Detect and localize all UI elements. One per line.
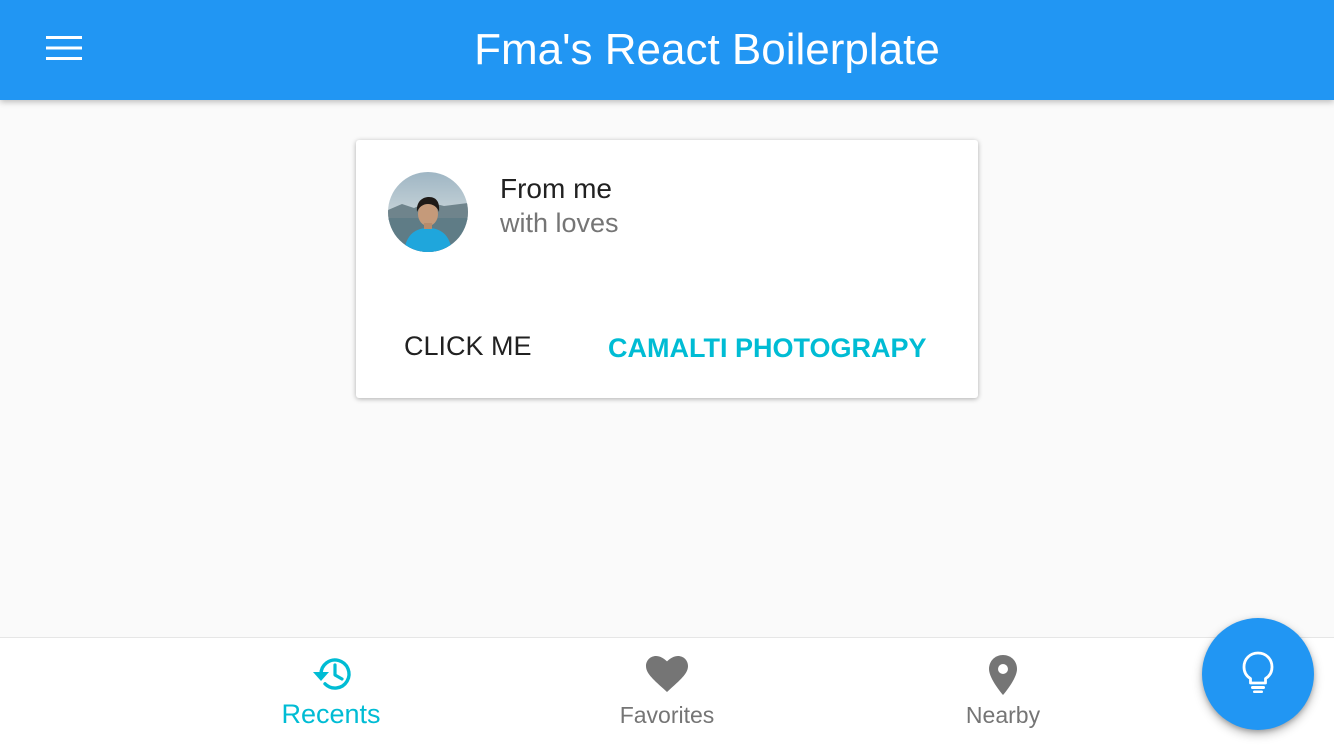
nav-item-recents[interactable]: Recents [221,638,441,750]
nav-label-nearby: Nearby [965,702,1041,728]
location-pin-icon [893,654,1113,698]
nav-label-recents: Recents [281,699,381,729]
history-icon [221,654,441,698]
camalti-photograpy-button[interactable]: CAMALTI PHOTOGRAPY [592,320,943,376]
profile-card: From me with loves CLICK ME CAMALTI PHOT… [356,140,978,398]
card-title: From me [500,173,612,204]
lightbulb-fab-button[interactable] [1202,618,1314,730]
lightbulb-icon [1240,650,1276,699]
click-me-button[interactable]: CLICK ME [388,318,548,374]
card-subtitle: with loves [500,208,619,238]
app-bar: Fma's React Boilerplate [0,0,1334,100]
app-title: Fma's React Boilerplate [474,25,940,74]
nav-label-favorites: Favorites [619,702,715,728]
bottom-navigation: Recents Favorites Nearby [0,637,1334,750]
user-avatar [388,172,468,252]
nav-item-favorites[interactable]: Favorites [557,638,777,750]
heart-icon [557,654,777,698]
nav-item-nearby[interactable]: Nearby [893,638,1113,750]
